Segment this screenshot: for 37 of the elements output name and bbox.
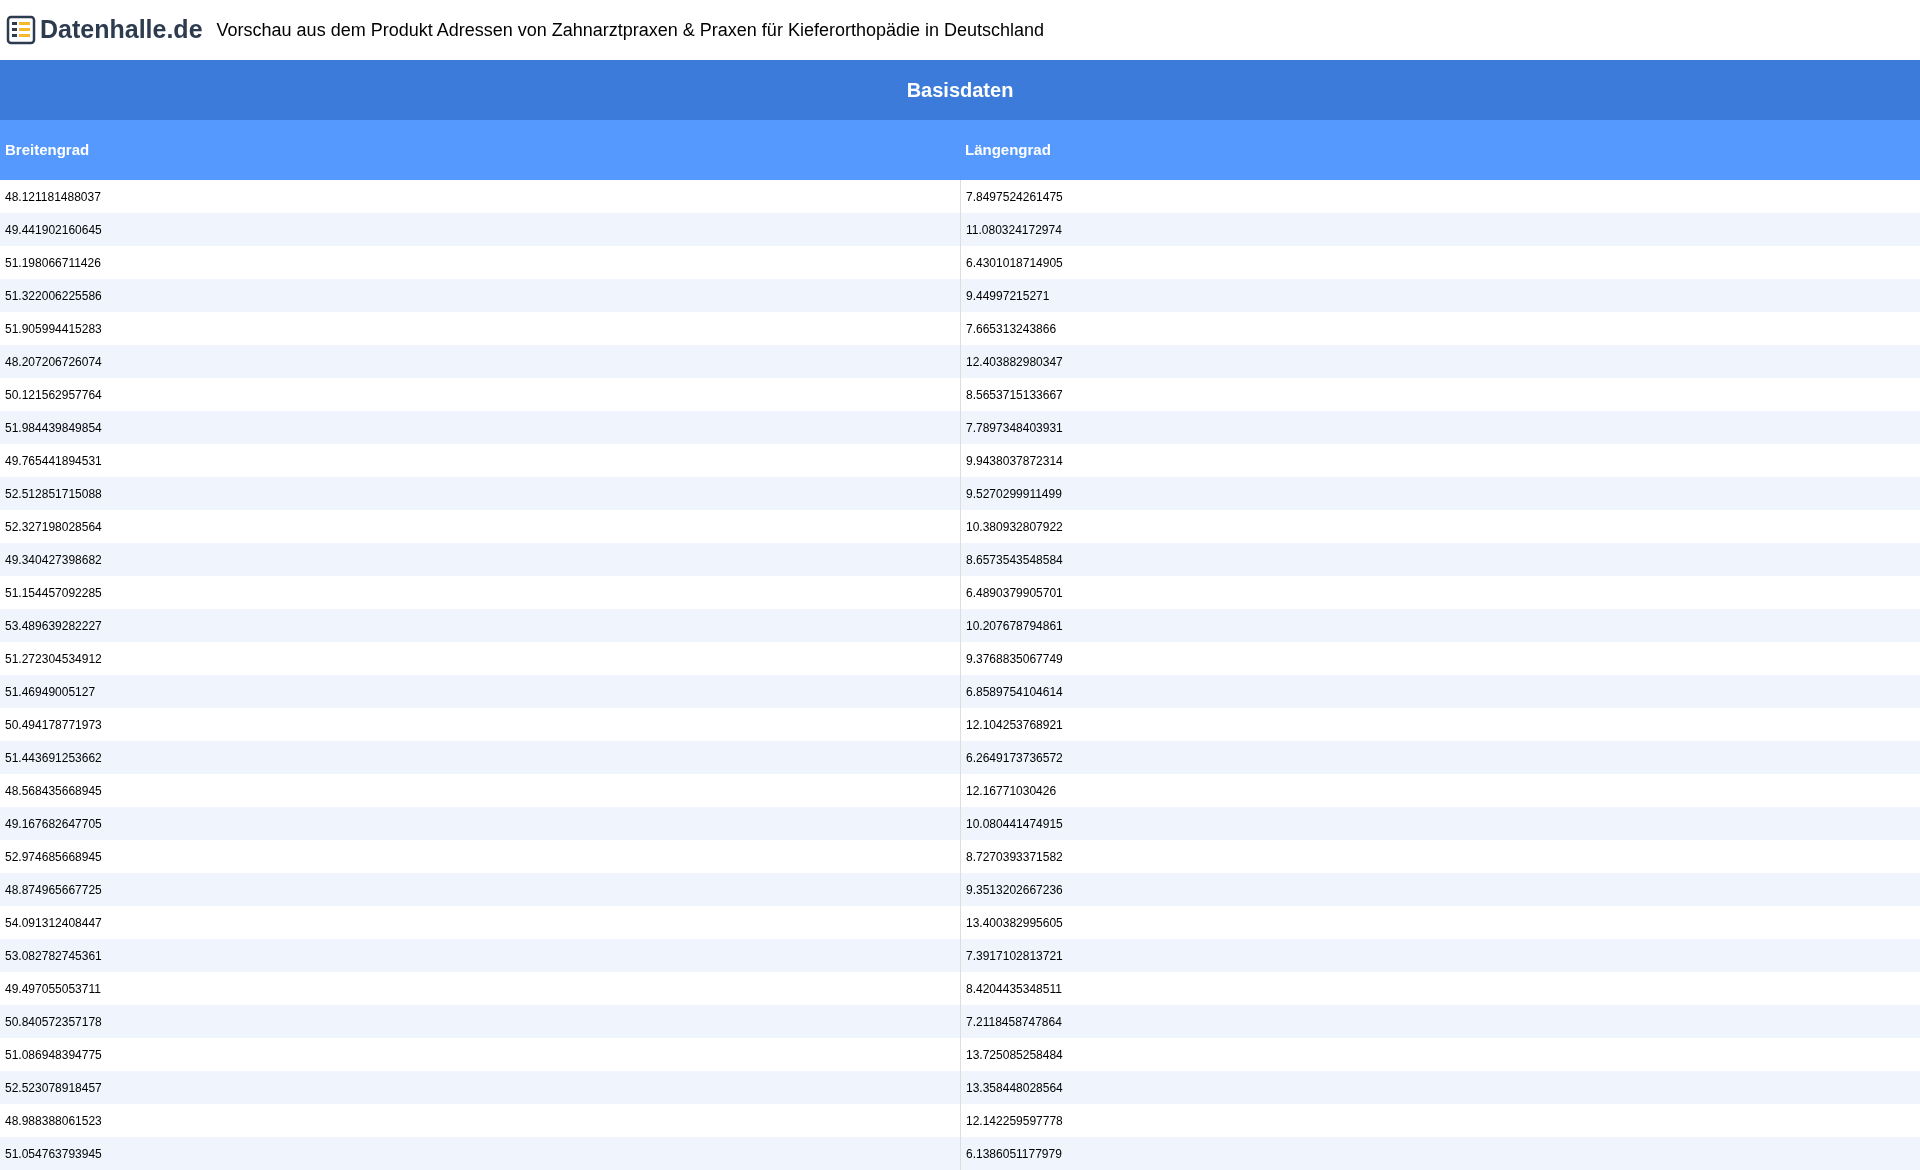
table-cell-text: 51.272304534912	[4, 650, 103, 668]
table-cell-text: 49.765441894531	[4, 452, 103, 470]
table-cell-text: 51.322006225586	[4, 287, 103, 305]
logo-text: Datenhalle.de	[40, 14, 203, 46]
table-cell-text: 51.984439849854	[4, 419, 103, 437]
table-cell-text: 52.327198028564	[4, 518, 103, 536]
table-cell-text: 48.207206726074	[4, 353, 103, 371]
table-cell-text: 49.340427398682	[4, 551, 103, 569]
table-cell-text: 53.489639282227	[4, 617, 103, 635]
table-cell-text: 49.497055053711	[4, 980, 102, 998]
table-cell-text: 50.840572357178	[4, 1013, 103, 1031]
table-cell-text: 52.523078918457	[4, 1079, 103, 1097]
table-cell-text: 48.988388061523	[4, 1112, 103, 1130]
column-header: Breitengrad	[4, 139, 91, 160]
table-cell-text: 51.086948394775	[4, 1046, 103, 1064]
table-cell-text: 48.874965667725	[4, 881, 103, 899]
table-cell-text: 53.082782745361	[4, 947, 103, 965]
table-cell-text: 48.121181488037	[4, 188, 102, 206]
table-cell-text: 48.568435668945	[4, 782, 103, 800]
logo-icon	[6, 14, 36, 46]
table-cell: 6.1386051177979	[960, 1137, 1920, 1170]
table-cell-text: 52.512851715088	[4, 485, 103, 503]
table-cell-text: 51.154457092285	[4, 584, 103, 602]
table-cell-text: 51.054763793945	[4, 1145, 103, 1163]
page-title: Vorschau aus dem Produkt Adressen von Zahnarztpraxen & Praxen für Kieferorthopädie in Deutschland	[216, 18, 1045, 42]
table-cell-text: 54.091312408447	[4, 914, 103, 932]
table-cell-text: 50.121562957764	[4, 386, 103, 404]
table-cell-text: 49.167682647705	[4, 815, 103, 833]
table-cell-text: 51.443691253662	[4, 749, 103, 767]
table-cell-text: 51.905994415283	[4, 320, 103, 338]
table-caption: Basisdaten	[0, 60, 1920, 120]
table-cell-text: 50.494178771973	[4, 716, 103, 734]
column-header: Längengrad	[964, 139, 1052, 160]
table-cell-text: 51.198066711426	[4, 254, 102, 272]
table-cell-text: 51.46949005127	[4, 683, 97, 701]
table-cell-text: 52.974685668945	[4, 848, 103, 866]
table-cell-text: 49.441902160645	[4, 221, 103, 239]
